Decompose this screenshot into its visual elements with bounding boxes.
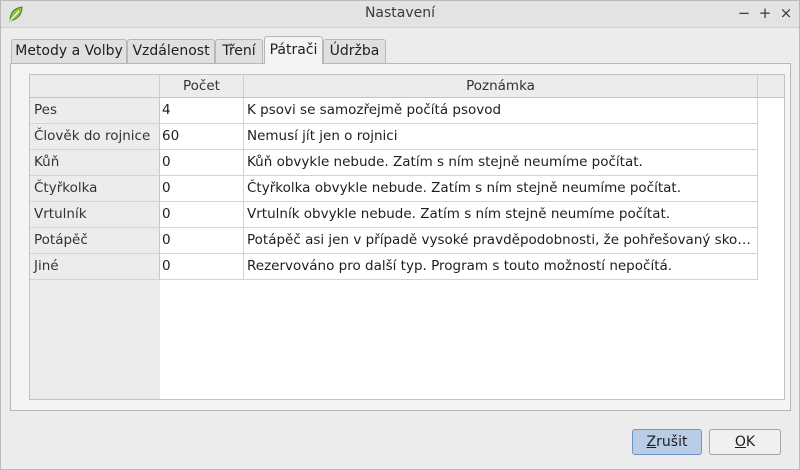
row-header[interactable]: Čtyřkolka [30,176,160,202]
tab-metody-a-volby[interactable]: Metody a Volby [11,39,127,63]
count-cell[interactable]: 0 [160,202,244,228]
count-cell[interactable]: 0 [160,176,244,202]
note-cell[interactable]: K psovi se samozřejmě počítá psovod [244,98,758,124]
note-cell[interactable]: Kůň obvykle nebude. Zatím s ním stejně n… [244,150,758,176]
note-cell[interactable]: Vrtulník obvykle nebude. Zatím s ním ste… [244,202,758,228]
title-bar[interactable]: Nastavení − + × [1,1,799,28]
ok-button[interactable]: OK [709,429,781,455]
note-cell[interactable]: Rezervováno pro další typ. Program s tou… [244,254,758,280]
maximize-icon[interactable]: + [756,4,774,22]
count-cell[interactable]: 0 [160,254,244,280]
row-header[interactable]: Potápěč [30,228,160,254]
column-header-pocet[interactable]: Počet [160,75,244,98]
row-header[interactable]: Jiné [30,254,160,280]
cancel-label: rušit [656,434,688,450]
row-header[interactable]: Pes [30,98,160,124]
note-cell[interactable]: Čtyřkolka obvykle nebude. Zatím s ním st… [244,176,758,202]
row-header[interactable]: Vrtulník [30,202,160,228]
searchers-table[interactable]: Počet Poznámka Pes 4 K psovi se samozřej… [29,74,785,400]
minimize-icon[interactable]: − [735,4,753,22]
window-title: Nastavení [364,5,436,21]
row-header[interactable]: Kůň [30,150,160,176]
tab-vzdalenost[interactable]: Vzdálenost [127,39,215,63]
close-icon[interactable]: × [777,4,795,22]
note-cell[interactable]: Potápěč asi jen v případě vysoké pravděp… [244,228,758,254]
count-cell[interactable]: 4 [160,98,244,124]
cancel-button[interactable]: Zrušit [632,429,702,455]
ok-label: K [745,434,756,450]
tab-treni[interactable]: Tření [215,39,263,63]
tab-panel-patraci: Počet Poznámka Pes 4 K psovi se samozřej… [10,63,791,411]
count-cell[interactable]: 0 [160,150,244,176]
settings-dialog: Nastavení − + × Metody a Volby Vzdálenos… [0,0,800,470]
ok-mnemonic: O [734,434,746,450]
count-cell[interactable]: 0 [160,228,244,254]
table-corner [30,75,160,98]
count-cell[interactable]: 60 [160,124,244,150]
row-header[interactable]: Člověk do rojnice [30,124,160,150]
tab-patraci[interactable]: Pátrači [264,36,323,64]
tab-udrzba[interactable]: Údržba [323,39,386,63]
header-filler [758,75,784,98]
column-header-poznamka[interactable]: Poznámka [244,75,758,98]
cancel-mnemonic: Z [646,434,657,450]
note-cell[interactable]: Nemusí jít jen o rojnici [244,124,758,150]
